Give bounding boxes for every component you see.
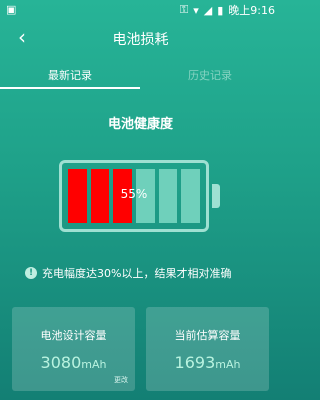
image-notification-icon: ▣ <box>6 3 17 16</box>
signal-icon: ◢ <box>203 3 213 17</box>
estimated-capacity-unit: mAh <box>215 358 241 371</box>
design-capacity-unit: mAh <box>81 358 107 371</box>
battery-cap <box>212 184 220 208</box>
accuracy-notice: ! 充电幅度达30%以上，结果才相对准确 <box>25 265 231 281</box>
status-bar: ▣ ⚿ ▾ ◢ ▮ 晚上9:16 <box>0 0 281 20</box>
battery-percent: 55% <box>120 187 148 201</box>
exclamation-icon: ! <box>25 267 37 279</box>
tab-indicator <box>0 87 140 89</box>
design-capacity-label: 电池设计容量 <box>40 329 107 342</box>
change-capacity-button[interactable]: 更改 <box>114 375 128 385</box>
notice-text: 充电幅度达30%以上，结果才相对准确 <box>42 267 232 280</box>
tab-latest-records[interactable]: 最新记录 <box>0 67 140 83</box>
tab-bar: 最新记录 历史记录 <box>0 60 281 90</box>
page-title: 电池损耗 <box>112 32 169 48</box>
estimated-capacity-label: 当前估算容量 <box>174 329 241 342</box>
design-capacity-card: 电池设计容量 3080mAh 更改 <box>12 307 135 391</box>
estimated-capacity-value: 1693mAh <box>146 353 269 372</box>
estimated-capacity-card: 当前估算容量 1693mAh <box>146 307 269 391</box>
app-bar: ‹ 电池损耗 <box>0 20 281 56</box>
design-capacity-number: 3080 <box>40 353 82 372</box>
key-icon: ⚿ <box>179 3 189 16</box>
status-time: 晚上9:16 <box>228 4 275 17</box>
battery-status-icon: ▮ <box>217 3 224 17</box>
status-icons: ⚿ ▾ ◢ ▮ 晚上9:16 <box>180 2 275 18</box>
battery-health-title: 电池健康度 <box>107 117 173 132</box>
design-capacity-value: 3080mAh <box>12 353 135 372</box>
wifi-icon: ▾ <box>193 3 199 17</box>
battery-graphic: 55% <box>59 160 209 232</box>
tab-history-records[interactable]: 历史记录 <box>140 67 280 83</box>
estimated-capacity-number: 1693 <box>174 353 216 372</box>
